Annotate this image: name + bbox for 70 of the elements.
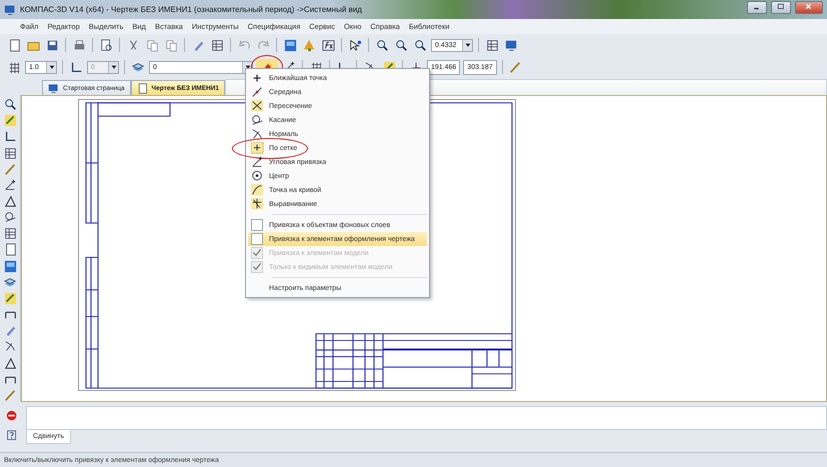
angle-icon <box>250 156 264 168</box>
axes-icon <box>70 60 82 74</box>
close-button[interactable] <box>795 0 823 14</box>
snap-grid-button[interactable] <box>2 114 18 128</box>
tangent-icon <box>4 211 16 224</box>
save-icon <box>46 38 58 52</box>
caret-icon <box>464 41 472 49</box>
table-icon <box>4 146 16 160</box>
zoom-icon <box>394 38 408 52</box>
layers-icon <box>4 276 16 289</box>
triangle-icon <box>4 356 16 370</box>
zoom-icon <box>414 38 426 52</box>
pen-icon <box>509 60 522 74</box>
layers-button[interactable] <box>2 276 18 289</box>
table-icon <box>210 38 224 52</box>
function-icon <box>322 38 334 52</box>
zoom-icon <box>376 38 388 52</box>
caret-icon <box>110 63 118 71</box>
pen-icon <box>4 388 16 402</box>
triangle-button[interactable] <box>2 356 18 370</box>
command-field[interactable] <box>26 406 827 430</box>
panel-icon <box>284 38 296 52</box>
checkbox[interactable] <box>251 233 263 245</box>
grid-point-icon <box>250 142 264 154</box>
align-icon <box>250 198 264 210</box>
angle-icon <box>4 178 16 192</box>
table-icon <box>486 38 498 52</box>
panel-icon <box>4 260 16 273</box>
window-title: КОМПАС-3D V14 (x64) - Чертеж БЕЗ ИМЕНИ1 (ознакомительный период) ->Системный вид <box>20 5 363 14</box>
axes-icon <box>4 130 16 144</box>
panel-button[interactable] <box>2 260 18 273</box>
pencil-icon <box>4 324 16 338</box>
grid-icon <box>8 60 20 74</box>
printer-icon <box>72 38 86 52</box>
snap-grid-icon <box>4 292 16 305</box>
caret-icon <box>244 63 252 71</box>
caret-icon <box>48 63 56 71</box>
document-icon <box>8 38 20 52</box>
point-on-curve-icon <box>250 184 264 196</box>
center-icon <box>250 170 264 182</box>
panel-button[interactable] <box>282 37 298 53</box>
normal-icon <box>4 340 16 354</box>
checkbox[interactable] <box>251 219 263 231</box>
crossing-icon <box>250 100 264 112</box>
redo-icon <box>256 38 270 52</box>
table-icon <box>4 227 16 240</box>
tangent-icon <box>250 114 264 126</box>
monitor-icon <box>4 4 16 16</box>
preview-icon <box>100 38 112 52</box>
snap-grid-icon <box>4 114 16 128</box>
stop-icon <box>6 410 18 422</box>
help-icon <box>6 430 18 442</box>
copy-icon <box>146 38 158 52</box>
triangle-icon <box>4 195 16 208</box>
normal-icon <box>250 128 264 140</box>
plus-icon <box>250 72 264 84</box>
copy-icon <box>164 38 178 52</box>
layers-icon <box>132 60 144 74</box>
undo-icon <box>238 38 250 52</box>
pen-icon <box>4 162 16 176</box>
zoom-icon <box>4 98 16 112</box>
monitor-icon <box>48 82 59 94</box>
maximize-button[interactable] <box>771 0 791 14</box>
help-arrow-icon <box>348 38 362 52</box>
document-icon <box>4 243 16 256</box>
segment-icon <box>250 86 264 98</box>
snap-grid-button[interactable] <box>2 292 18 306</box>
triangle-button[interactable] <box>2 194 18 208</box>
minimize-button[interactable] <box>747 0 767 14</box>
monitor-icon <box>504 38 518 52</box>
